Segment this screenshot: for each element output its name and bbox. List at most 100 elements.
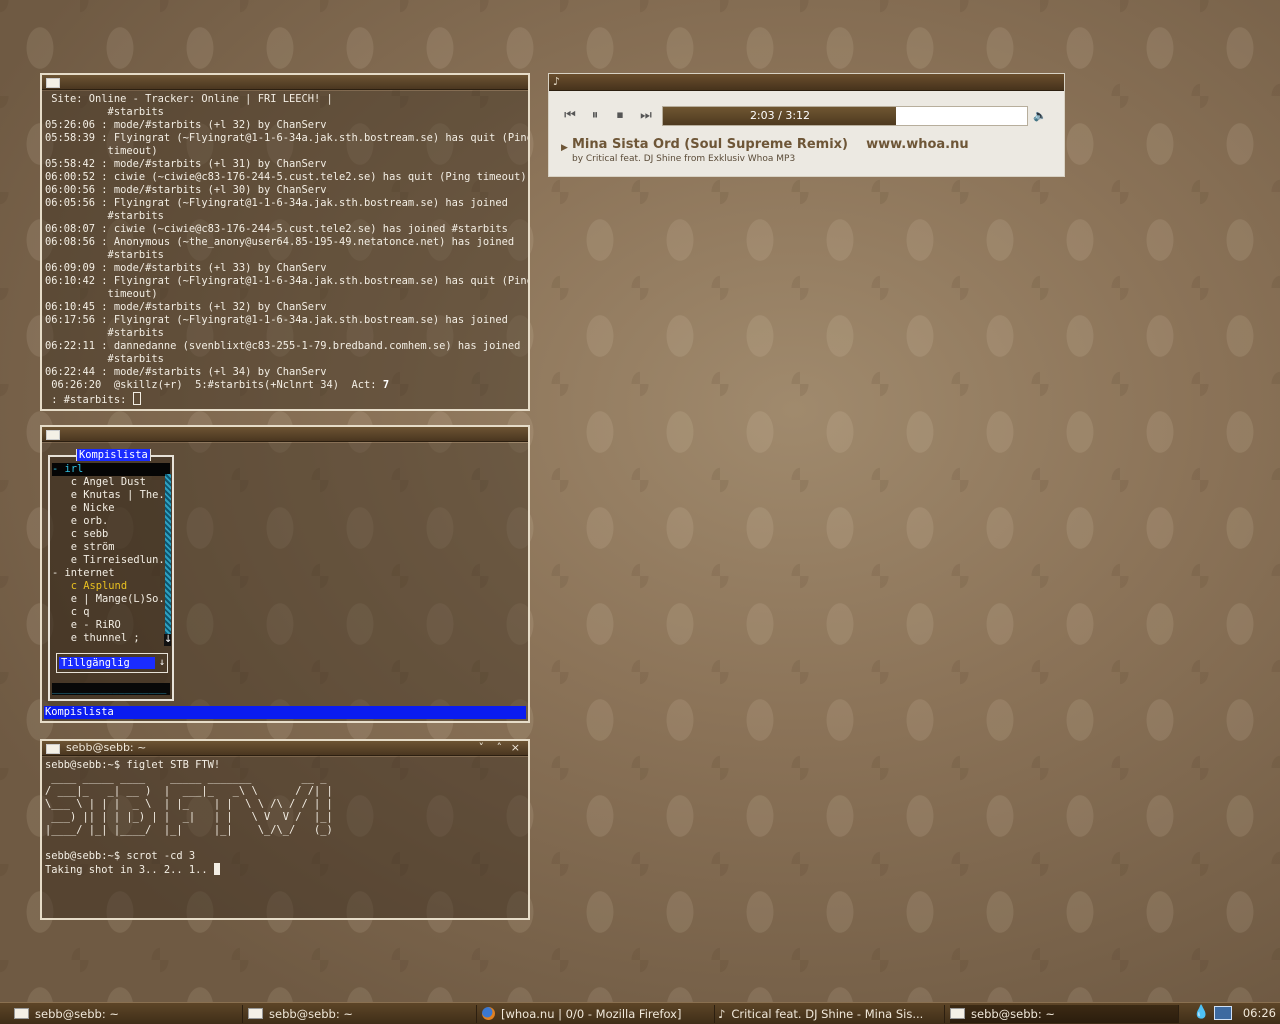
- buddy-item[interactable]: e Tirreisedlun..: [52, 554, 171, 567]
- irc-line: #starbits: [45, 106, 164, 118]
- taskbar-item[interactable]: [whoa.nu | 0/0 - Mozilla Firefox]: [482, 1005, 715, 1023]
- terminal-icon: [248, 1008, 263, 1019]
- irc-line: 06:22:11 : dannedanne (svenblixt@c83-255…: [45, 340, 521, 352]
- irc-titlebar[interactable]: [42, 75, 528, 90]
- terminal-line: Taking shot in 3.. 2.. 1..: [45, 863, 528, 876]
- track-title: Mina Sista Ord (Soul Supreme Remix) www.…: [572, 137, 969, 152]
- terminal-line: / ___|_ _| __ ) | ___|_ _\ \ / /| |: [45, 785, 333, 797]
- buddy-group[interactable]: - irl: [52, 463, 170, 476]
- irc-line: timeout): [45, 145, 158, 157]
- irc-line: 05:58:39 : Flyingrat (~Flyingrat@1-1-6-3…: [45, 132, 528, 144]
- irc-line: #starbits: [45, 249, 164, 261]
- buddy-item[interactable]: e Knutas | The..: [52, 489, 171, 502]
- stop-button[interactable]: ⏹: [611, 107, 629, 125]
- network-icon[interactable]: [1214, 1006, 1232, 1020]
- buddylist-titlebar[interactable]: [42, 427, 528, 442]
- buddylist-statusbar: Kompislista: [44, 706, 526, 719]
- buddy-item[interactable]: e - RiRO: [52, 619, 121, 632]
- terminal-output[interactable]: sebb@sebb:~$ figlet STB FTW! ____ _____ …: [42, 757, 528, 918]
- buddy-item[interactable]: e | Mange(L)So..: [52, 593, 171, 606]
- terminal-icon: [14, 1008, 29, 1019]
- buddylist-body: Kompislista - irl c Angel Dust e Knutas …: [42, 443, 528, 721]
- buddylist-window: Kompislista - irl c Angel Dust e Knutas …: [40, 425, 530, 723]
- terminal-line: ____ _____ ____ _____ _______ __ _: [45, 772, 327, 784]
- window-menu-icon[interactable]: [46, 430, 60, 440]
- volume-icon[interactable]: 🔈: [1031, 107, 1049, 125]
- maximize-button[interactable]: ˄: [497, 741, 503, 755]
- player-titlebar[interactable]: ♪: [549, 74, 1064, 91]
- irc-line: 06:08:56 : Anonymous (~the_anony@user64.…: [45, 236, 515, 248]
- irc-output: Site: Online - Tracker: Online | FRI LEE…: [42, 91, 528, 409]
- terminal-titlebar[interactable]: sebb@sebb: ~ ˅ ˄ ×: [42, 741, 528, 756]
- buddy-item[interactable]: c Asplund: [52, 580, 127, 593]
- buddy-item[interactable]: c sebb: [52, 528, 109, 541]
- taskbar-item[interactable]: sebb@sebb: ~: [248, 1005, 477, 1023]
- next-track-button[interactable]: ⏭: [637, 107, 655, 125]
- buddy-item[interactable]: e ström: [52, 541, 115, 554]
- status-value: Tillgänglig: [59, 657, 155, 669]
- irc-line: #starbits: [45, 353, 164, 365]
- irc-line: 06:10:42 : Flyingrat (~Flyingrat@1-1-6-3…: [45, 275, 528, 287]
- buddy-item[interactable]: c Angel Dust: [52, 476, 146, 489]
- irc-line: #starbits: [45, 210, 164, 222]
- buddylist-scrollbar[interactable]: [165, 474, 171, 642]
- irc-line: 06:09:09 : mode/#starbits (+l 33) by Cha…: [45, 262, 327, 274]
- text-cursor: [213, 863, 220, 875]
- taskbar-item[interactable]: sebb@sebb: ~: [14, 1005, 243, 1023]
- terminal-line: sebb@sebb:~$ figlet STB FTW!: [45, 759, 221, 771]
- taskbar-item-active[interactable]: sebb@sebb: ~: [950, 1005, 1179, 1023]
- irc-line: 06:10:45 : mode/#starbits (+l 32) by Cha…: [45, 301, 327, 313]
- track-time: 2:03 / 3:12: [749, 109, 811, 122]
- buddy-item[interactable]: e thunnel ;: [52, 632, 140, 645]
- buddy-group[interactable]: - internet: [52, 567, 115, 580]
- irc-status-text: 06:26:20 @skillz(+r) 5:#starbits(+Nclnrt…: [45, 379, 383, 391]
- buddylist-panel: Kompislista - irl c Angel Dust e Knutas …: [48, 449, 174, 701]
- irc-prompt: : #starbits:: [45, 394, 133, 406]
- window-menu-icon[interactable]: [46, 78, 60, 88]
- irc-line: 05:58:42 : mode/#starbits (+l 31) by Cha…: [45, 158, 327, 170]
- taskbar: sebb@sebb: ~ sebb@sebb: ~ [whoa.nu | 0/0…: [0, 1002, 1280, 1024]
- music-note-icon: ♪: [718, 1007, 726, 1021]
- irc-line: 06:22:44 : mode/#starbits (+l 34) by Cha…: [45, 366, 327, 378]
- pause-button[interactable]: ⏸: [586, 107, 604, 125]
- buddylist-title: Kompislista: [76, 449, 151, 461]
- irc-line: timeout): [45, 288, 158, 300]
- terminal-title: sebb@sebb: ~: [66, 741, 147, 754]
- seek-bar[interactable]: 2:03 / 3:12: [662, 106, 1028, 126]
- terminal-line: ___) || | | |_) | | _| | | \ V V / |_|: [45, 811, 333, 823]
- buddy-item[interactable]: e Nicke: [52, 502, 115, 515]
- irc-window: Site: Online - Tracker: Online | FRI LEE…: [40, 73, 530, 411]
- terminal-icon[interactable]: [46, 744, 60, 754]
- activity-count: 7: [382, 379, 390, 391]
- minimize-button[interactable]: ˅: [479, 741, 485, 755]
- chevron-down-icon[interactable]: ↓: [159, 657, 165, 669]
- irc-line: Site: Online - Tracker: Online | FRI LEE…: [45, 93, 333, 105]
- music-note-icon: ♪: [553, 75, 561, 88]
- buddy-item[interactable]: c q: [52, 606, 90, 619]
- terminal-line: \___ \ | | | _ \ | |_ | | \ \ /\ / / | |: [45, 798, 333, 810]
- status-dropdown[interactable]: Tillgänglig ↓: [56, 653, 168, 673]
- irc-line: 06:17:56 : Flyingrat (~Flyingrat@1-1-6-3…: [45, 314, 508, 326]
- close-button[interactable]: ×: [511, 741, 520, 755]
- irc-line: 06:05:56 : Flyingrat (~Flyingrat@1-1-6-3…: [45, 197, 508, 209]
- status-entry[interactable]: ___________________: [52, 683, 170, 695]
- firefox-icon: [482, 1007, 495, 1020]
- terminal-line: sebb@sebb:~$ scrot -cd 3: [45, 850, 196, 862]
- irc-status-line: 06:26:20 @skillz(+r) 5:#starbits(+Nclnrt…: [45, 379, 528, 392]
- irc-input[interactable]: : #starbits:: [45, 392, 528, 406]
- scroll-down-icon[interactable]: ↓: [164, 634, 172, 646]
- tray-drop-icon[interactable]: 💧: [1193, 1006, 1209, 1020]
- buddy-item[interactable]: e orb.: [52, 515, 109, 528]
- irc-line: #starbits: [45, 327, 164, 339]
- expander-arrow-icon[interactable]: ▶: [561, 143, 568, 153]
- taskbar-item[interactable]: ♪ Critical feat. DJ Shine - Mina Sis...: [718, 1005, 945, 1023]
- previous-track-button[interactable]: ⏮: [561, 107, 579, 125]
- terminal-icon: [950, 1008, 965, 1019]
- clock[interactable]: 06:26: [1243, 1003, 1276, 1023]
- terminal-line: |____/ |_| |____/ |_| |_| \_/\_/ (_): [45, 824, 333, 836]
- irc-line: 06:00:52 : ciwie (~ciwie@c83-176-244-5.c…: [45, 171, 527, 183]
- text-cursor: [132, 392, 141, 405]
- track-subtitle: by Critical feat. DJ Shine from Exklusiv…: [572, 154, 796, 164]
- irc-line: 05:26:06 : mode/#starbits (+l 32) by Cha…: [45, 119, 327, 131]
